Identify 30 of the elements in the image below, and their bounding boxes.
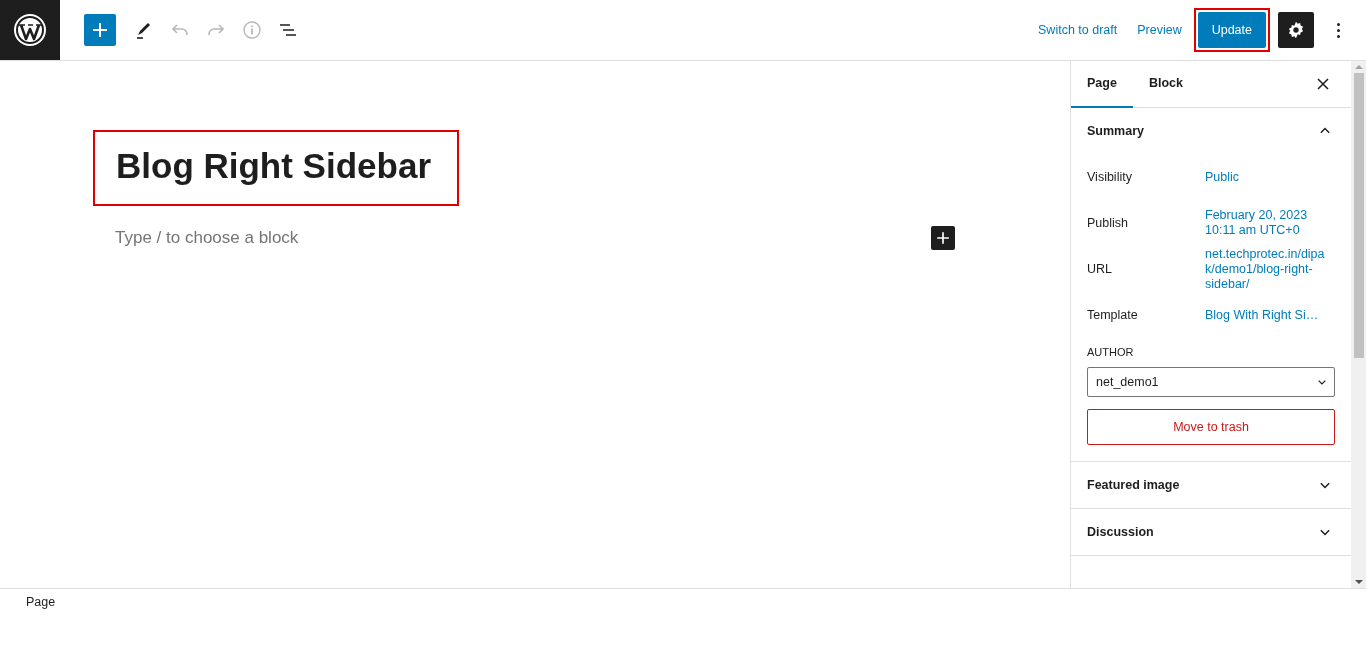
toolbar-link[interactable]: Preview bbox=[1129, 12, 1190, 48]
author-select[interactable]: net_demo1 bbox=[1087, 367, 1335, 397]
field-label: Visibility bbox=[1087, 170, 1133, 184]
sidebar-tab[interactable]: Page bbox=[1071, 61, 1133, 108]
sidebar-tab[interactable]: Block bbox=[1132, 61, 1199, 108]
panel-toggle[interactable]: Featured image bbox=[1071, 462, 1351, 508]
update-button[interactable]: Update bbox=[1197, 12, 1266, 48]
panel-toggle[interactable]: Summary bbox=[1071, 108, 1351, 154]
field-value-link[interactable]: Blog With Right Si… bbox=[1205, 307, 1325, 323]
field-label: Publish bbox=[1087, 216, 1129, 230]
info-icon bbox=[240, 18, 264, 42]
field-label: URL bbox=[1087, 262, 1113, 276]
add-block-button[interactable] bbox=[931, 226, 955, 250]
field-value-link[interactable]: February 20, 2023 10:11 am UTC+0 bbox=[1205, 208, 1325, 238]
more-vertical-icon bbox=[1336, 22, 1340, 38]
field-value-link[interactable]: Public bbox=[1205, 169, 1325, 185]
settings-button[interactable] bbox=[1278, 12, 1314, 48]
field-label: Template bbox=[1087, 308, 1139, 322]
field-value-link[interactable]: net.techprotec.in/dipak/demo1/blog-right-sidebar/ bbox=[1205, 246, 1325, 292]
logo-button[interactable] bbox=[0, 0, 60, 60]
move-to-trash-button[interactable]: Move to trash bbox=[1087, 409, 1335, 445]
wordpress-logo-icon bbox=[13, 13, 47, 47]
panel-toggle[interactable]: Discussion bbox=[1071, 509, 1351, 555]
gear-icon bbox=[1286, 20, 1306, 40]
toolbar-link[interactable]: Switch to draft bbox=[1030, 12, 1126, 48]
scrollbar[interactable] bbox=[1351, 61, 1366, 588]
author-label: AUTHOR bbox=[1087, 346, 1135, 358]
block-placeholder[interactable]: Type / to choose a block bbox=[115, 228, 299, 248]
page-title[interactable]: Blog Right Sidebar bbox=[116, 146, 431, 186]
breadcrumb-link[interactable]: Page bbox=[26, 595, 56, 609]
